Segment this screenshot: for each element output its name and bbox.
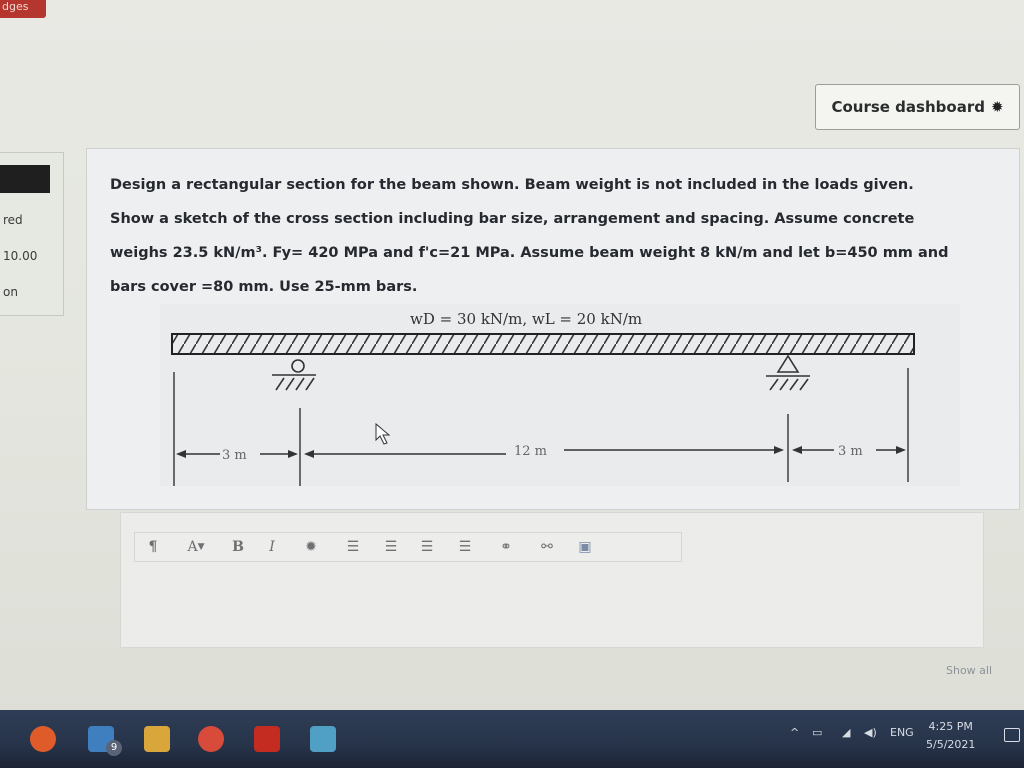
show-all-link[interactable]: Show all [946,664,992,677]
left-roller-support [272,359,316,391]
file-explorer-icon[interactable] [144,726,170,752]
info-mark-value: 10.00 [3,249,38,263]
chevron-up-icon[interactable]: ^ [790,726,799,739]
question-line-3: weighs 23.5 kN/m³. Fy= 420 MPa and f'c=2… [110,245,949,261]
unlink-icon[interactable]: ⚯ [527,536,567,558]
clock-time: 4:25 PM [928,720,973,733]
notifications-icon[interactable] [1004,728,1020,742]
mouse-cursor-icon [375,422,391,445]
photos-icon[interactable] [310,726,336,752]
right-pin-support [766,354,810,391]
bold-button[interactable]: B [221,536,255,558]
clock-date: 5/5/2021 [926,738,976,751]
beam-diagram-svg: wD = 30 kN/m, wL = 20 kN/m 3 m 12 m 3 m [171,310,915,490]
media-icon[interactable]: ▣ [567,536,603,558]
chevron-down-icon: ▼ [197,542,205,552]
info-question-text: on [3,285,18,299]
more-options-icon[interactable]: ✹ [289,536,333,558]
info-header-bar [0,165,50,193]
windows-taskbar: 9 ^ ▭ ◢ ◀) ENG 4:25 PM 5/5/2021 [0,710,1024,768]
quiz-info-panel: red 10.00 on [0,152,64,316]
question-line-4: bars cover =80 mm. Use 25-mm bars. [110,279,418,295]
numbered-list-icon[interactable]: ☰ [373,536,409,558]
course-dashboard-button[interactable]: Course dashboard ✹ [815,84,1020,130]
outdent-icon[interactable]: ☰ [409,536,445,558]
firefox-icon[interactable] [30,726,56,752]
bullet-list-icon[interactable]: ☰ [333,536,373,558]
info-status-text: red [3,213,23,227]
volume-icon[interactable]: ◀) [864,726,877,739]
font-color-button[interactable]: A ▼ [171,536,221,558]
editor-toolbar: ¶ A ▼ B I ✹ ☰ ☰ ☰ ☰ ⚭ ⚯ ▣ [134,532,682,562]
span-mid-label: 12 m [514,444,547,459]
chrome-icon[interactable] [198,726,224,752]
dimension-lines [173,368,909,490]
acrobat-icon[interactable] [254,726,280,752]
language-indicator[interactable]: ENG [890,726,914,739]
battery-icon[interactable]: ▭ [812,726,822,739]
wifi-icon[interactable]: ◢ [842,726,850,739]
course-dashboard-label: Course dashboard [831,98,985,116]
site-name-badge[interactable]: dges [0,0,46,18]
system-clock[interactable]: 4:25 PM 5/5/2021 [926,718,975,754]
italic-button[interactable]: I [255,536,289,558]
question-line-2: Show a sketch of the cross section inclu… [110,211,915,227]
indent-icon[interactable]: ☰ [445,536,485,558]
beam-element [171,333,915,355]
load-label: wD = 30 kN/m, wL = 20 kN/m [410,310,642,328]
question-text: Design a rectangular section for the bea… [110,168,1000,304]
span-left-label: 3 m [222,448,247,463]
font-color-label: A [187,539,198,555]
gear-icon: ✹ [990,98,1004,116]
paragraph-style-button[interactable]: ¶ [135,536,171,558]
question-line-1: Design a rectangular section for the bea… [110,177,914,193]
link-icon[interactable]: ⚭ [485,536,527,558]
beam-figure: wD = 30 kN/m, wL = 20 kN/m 3 m 12 m 3 m [160,304,960,490]
mail-badge: 9 [106,740,122,756]
span-right-label: 3 m [838,444,863,459]
